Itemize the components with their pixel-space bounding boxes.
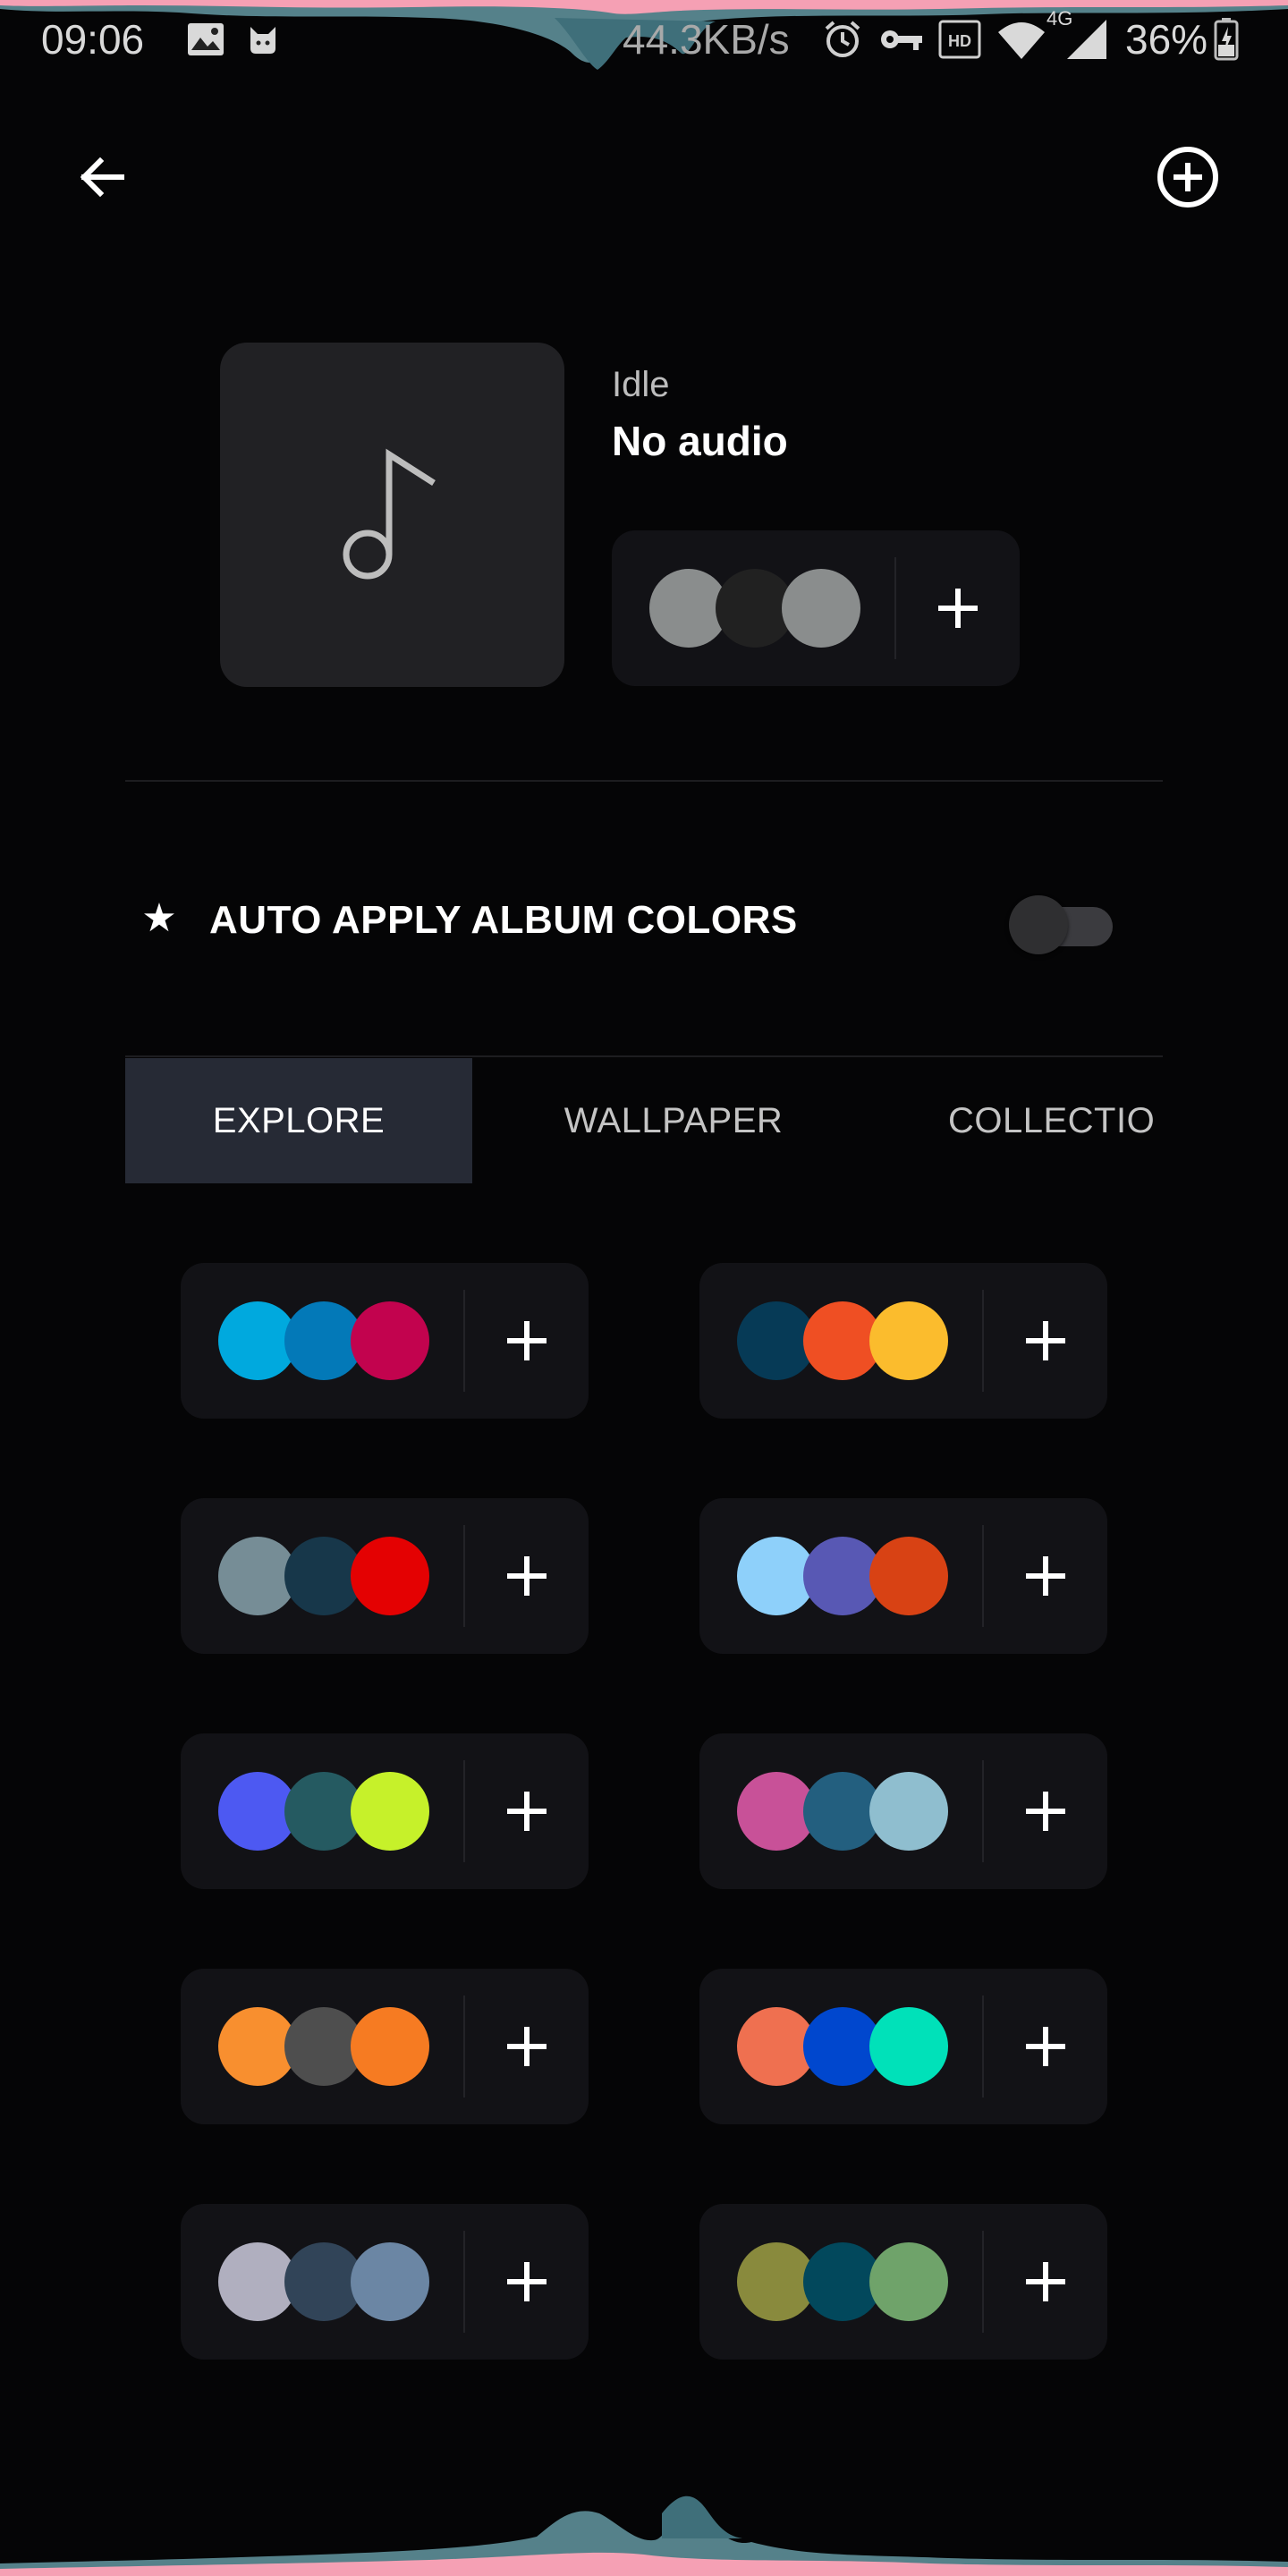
add-palette-button[interactable] bbox=[465, 1969, 588, 2124]
add-palette-button[interactable] bbox=[984, 1969, 1106, 2124]
color-swatch bbox=[869, 2007, 948, 2086]
color-swatch bbox=[869, 1301, 948, 1380]
color-swatch bbox=[351, 1537, 429, 1615]
color-swatch bbox=[782, 569, 860, 648]
cat-icon bbox=[243, 14, 283, 64]
signal-icon bbox=[1064, 14, 1111, 64]
auto-apply-toggle[interactable] bbox=[1009, 888, 1114, 954]
auto-apply-label: AUTO APPLY ALBUM COLORS bbox=[209, 898, 798, 942]
palette-card[interactable] bbox=[699, 1263, 1107, 1419]
palette-card[interactable] bbox=[181, 1498, 589, 1654]
color-swatch bbox=[869, 1537, 948, 1615]
add-palette-button[interactable] bbox=[465, 1733, 588, 1889]
tab-wallpaper[interactable]: WALLPAPER bbox=[472, 1058, 875, 1183]
swatch-group bbox=[218, 1301, 431, 1380]
plus-icon bbox=[937, 589, 978, 628]
plus-icon bbox=[1025, 1321, 1065, 1360]
audio-wave-bottom bbox=[0, 2496, 1288, 2576]
swatch-group bbox=[218, 1772, 431, 1851]
arrow-back-icon bbox=[80, 157, 124, 198]
palette-card[interactable] bbox=[699, 1733, 1107, 1889]
add-palette-button[interactable] bbox=[1145, 134, 1231, 220]
swatch-group bbox=[737, 1537, 950, 1615]
plus-icon bbox=[1025, 1556, 1065, 1596]
star-icon: ★ bbox=[141, 896, 177, 940]
add-palette-button[interactable] bbox=[984, 1263, 1106, 1419]
svg-text:HD: HD bbox=[948, 32, 971, 50]
swatch-group bbox=[737, 1772, 950, 1851]
plus-icon bbox=[506, 2262, 547, 2301]
plus-icon bbox=[506, 1556, 547, 1596]
add-palette-button[interactable] bbox=[984, 1498, 1106, 1654]
palette-card[interactable] bbox=[699, 1498, 1107, 1654]
color-swatch bbox=[351, 1301, 429, 1380]
palette-card[interactable] bbox=[699, 2204, 1107, 2360]
status-bar: 09:06 44.3KB/s HD 4G 36% bbox=[0, 0, 1288, 80]
alarm-icon bbox=[821, 14, 864, 64]
plus-icon bbox=[1025, 2027, 1065, 2066]
swatch-group bbox=[218, 1537, 431, 1615]
image-icon bbox=[184, 14, 227, 64]
add-palette-button[interactable] bbox=[465, 1498, 588, 1654]
toggle-thumb bbox=[1009, 895, 1068, 954]
vpn-key-icon bbox=[878, 14, 925, 64]
palette-card[interactable] bbox=[699, 1969, 1107, 2124]
wifi-icon: 4G bbox=[995, 7, 1072, 64]
section-divider bbox=[125, 780, 1163, 782]
add-palette-button[interactable] bbox=[984, 2204, 1106, 2360]
color-swatch bbox=[351, 2242, 429, 2321]
swatch-group bbox=[218, 2242, 431, 2321]
tab-explore[interactable]: EXPLORE bbox=[125, 1058, 472, 1183]
swatch-group bbox=[737, 2007, 950, 2086]
plus-icon bbox=[1025, 2262, 1065, 2301]
color-swatch bbox=[351, 2007, 429, 2086]
palette-card[interactable] bbox=[181, 1733, 589, 1889]
battery-icon bbox=[1213, 14, 1240, 64]
section-divider bbox=[125, 1055, 1163, 1057]
add-current-palette-button[interactable] bbox=[896, 530, 1019, 686]
add-palette-button[interactable] bbox=[984, 1733, 1106, 1889]
add-palette-button[interactable] bbox=[465, 2204, 588, 2360]
color-swatch bbox=[869, 2242, 948, 2321]
tab-collections[interactable]: COLLECTIO bbox=[948, 1058, 1163, 1183]
swatch-group bbox=[649, 569, 862, 648]
current-palette-card[interactable] bbox=[612, 530, 1020, 686]
hd-icon: HD bbox=[937, 14, 982, 64]
status-net-speed: 44.3KB/s bbox=[623, 16, 790, 63]
plus-icon bbox=[506, 1321, 547, 1360]
playback-status: Idle bbox=[612, 365, 670, 404]
plus-icon bbox=[506, 2027, 547, 2066]
track-title: No audio bbox=[612, 418, 788, 464]
color-swatch bbox=[351, 1772, 429, 1851]
palette-card[interactable] bbox=[181, 1263, 589, 1419]
status-time: 09:06 bbox=[41, 16, 145, 63]
music-note-icon bbox=[343, 448, 436, 579]
back-button[interactable] bbox=[59, 134, 145, 220]
swatch-group bbox=[218, 2007, 431, 2086]
battery-percent: 36% bbox=[1125, 16, 1208, 63]
plus-icon bbox=[1025, 1792, 1065, 1831]
add-palette-button[interactable] bbox=[465, 1263, 588, 1419]
album-artwork[interactable] bbox=[220, 343, 564, 687]
swatch-group bbox=[737, 2242, 950, 2321]
add-circle-icon bbox=[1157, 147, 1218, 208]
palette-card[interactable] bbox=[181, 1969, 589, 2124]
color-swatch bbox=[869, 1772, 948, 1851]
swatch-group bbox=[737, 1301, 950, 1380]
plus-icon bbox=[506, 1792, 547, 1831]
palette-card[interactable] bbox=[181, 2204, 589, 2360]
